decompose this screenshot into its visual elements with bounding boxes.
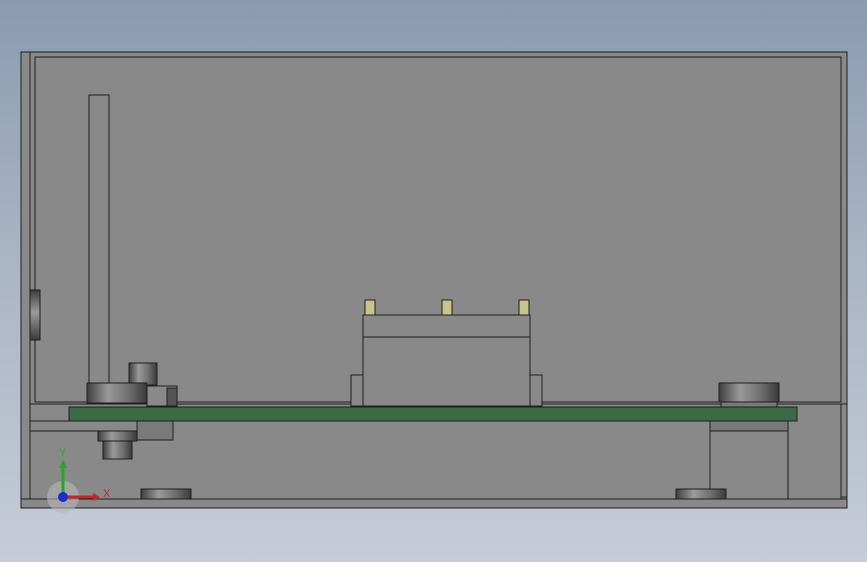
foot-right[interactable]: [675, 488, 727, 500]
y-axis-label: Y: [59, 447, 67, 459]
standoff-right-washer: [720, 401, 778, 408]
lower-standoff-collar[interactable]: [97, 430, 138, 442]
z-axis-dot: [58, 492, 68, 502]
enclosure-bottom-plate: [20, 498, 848, 509]
connector-pin-2[interactable]: [441, 299, 453, 316]
standoff-base-left[interactable]: [86, 382, 148, 404]
foot-left[interactable]: [140, 488, 192, 500]
side-knob[interactable]: [29, 289, 41, 341]
bracket-dark-strip: [166, 387, 178, 407]
right-bracket-top: [709, 420, 789, 432]
cad-viewport[interactable]: X Y: [0, 0, 867, 562]
pcb-board[interactable]: [68, 406, 798, 422]
model-view-canvas[interactable]: X Y: [0, 0, 867, 562]
lower-standoff-foot[interactable]: [102, 440, 133, 460]
left-bracket-lower: [136, 420, 174, 441]
connector-pin-1[interactable]: [364, 299, 376, 316]
enclosure-right-lip: [840, 403, 848, 498]
connector-right-flange: [529, 374, 543, 407]
connector-pin-3[interactable]: [518, 299, 530, 316]
connector-left-flange: [350, 374, 364, 407]
connector-housing[interactable]: [362, 314, 531, 407]
tall-standoff-post[interactable]: [88, 94, 110, 386]
left-shelf: [29, 420, 148, 432]
standoff-base-right[interactable]: [718, 382, 780, 403]
enclosure-left-wall: [20, 51, 31, 509]
x-axis-label: X: [103, 488, 111, 500]
standoff-cap-top[interactable]: [128, 362, 158, 386]
